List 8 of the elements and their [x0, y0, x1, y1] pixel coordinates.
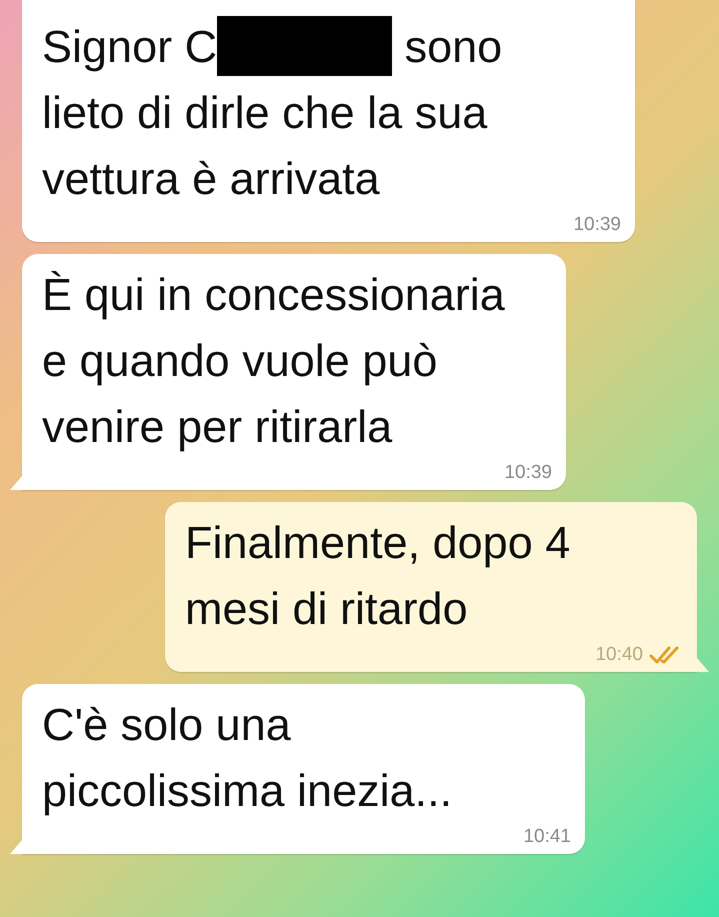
message-time: 10:39 — [504, 462, 552, 484]
message-text: È qui in concessionaria e quando vuole può venire per ritirarla — [42, 268, 506, 454]
message-time: 10:39 — [573, 214, 621, 236]
message-time: 10:40 — [595, 644, 643, 666]
message-time: 10:41 — [523, 826, 571, 848]
message-text: Finalmente, dopo 4 mesi di ritardo — [185, 516, 572, 636]
message-text: Signor C sono lieto di dirle che la sua vettura è arrivata — [42, 14, 595, 212]
message-text: C'è solo una piccolissima inezia... — [42, 698, 454, 818]
